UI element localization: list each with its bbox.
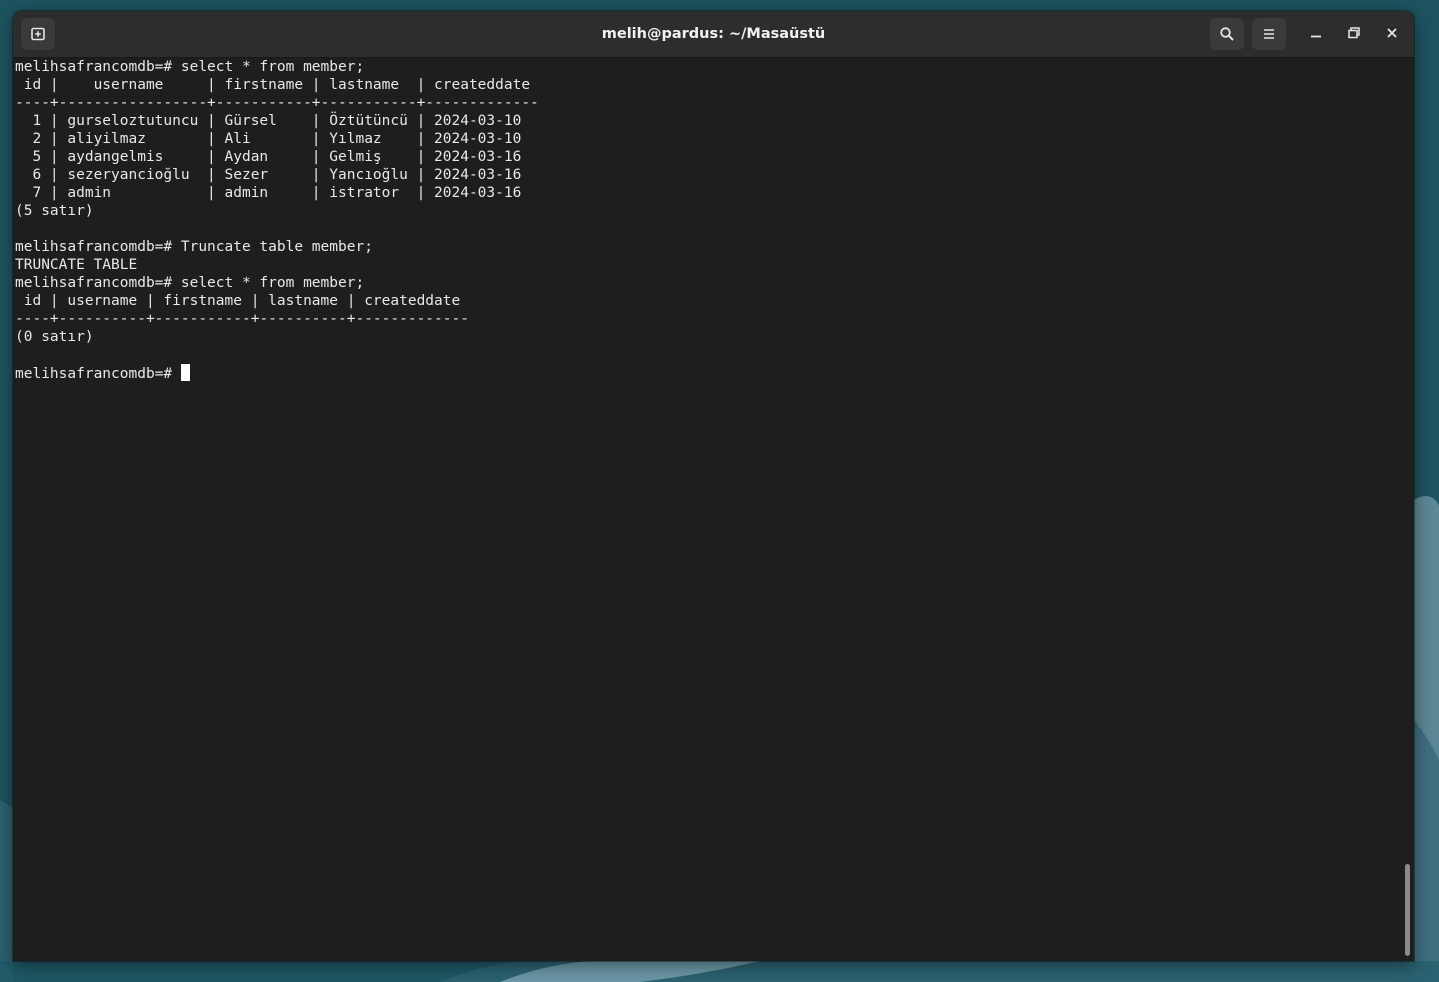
- terminal-line: id | username | firstname | lastname | c…: [15, 293, 461, 309]
- maximize-button[interactable]: [1340, 20, 1368, 48]
- terminal-line: 6 | sezeryancioğlu | Sezer | Yancıoğlu |…: [15, 167, 522, 183]
- window-title: melih@pardus: ~/Masaüstü: [601, 26, 826, 42]
- terminal-line: ----+-----------------+-----------+-----…: [15, 95, 539, 111]
- terminal-line: 5 | aydangelmis | Aydan | Gelmiş | 2024-…: [15, 149, 522, 165]
- terminal-output[interactable]: melihsafrancomdb=# select * from member;…: [15, 58, 1395, 961]
- terminal-line: melihsafrancomdb=# Truncate table member…: [15, 239, 373, 255]
- terminal-line: id | username | firstname | lastname | c…: [15, 77, 531, 93]
- text-cursor: [180, 364, 190, 381]
- terminal-line: 7 | admin | admin | istrator | 2024-03-1…: [15, 185, 522, 201]
- scrollbar[interactable]: [1401, 58, 1414, 961]
- headerbar: melih@pardus: ~/Masaüstü: [13, 11, 1414, 58]
- terminal-line: TRUNCATE TABLE: [15, 257, 138, 273]
- command-prompt: melihsafrancomdb=#: [15, 366, 181, 382]
- terminal-line: ----+----------+-----------+----------+-…: [15, 311, 469, 327]
- terminal-line: (0 satır): [15, 329, 94, 345]
- minimize-button[interactable]: [1302, 20, 1330, 48]
- main-menu-button[interactable]: [1252, 18, 1286, 50]
- terminal-line: melihsafrancomdb=# select * from member;: [15, 275, 365, 291]
- command-prompt-line[interactable]: melihsafrancomdb=#: [15, 364, 1395, 382]
- terminal-line: melihsafrancomdb=# select * from member;: [15, 59, 365, 75]
- close-button[interactable]: [1378, 20, 1406, 48]
- terminal-line: 1 | gurseloztutuncu | Gürsel | Öztütüncü…: [15, 113, 522, 129]
- terminal-window: melih@pardus: ~/Masaüstü melihsafrancomd…: [13, 11, 1414, 961]
- hamburger-menu-icon: [1261, 26, 1277, 42]
- scrollbar-thumb[interactable]: [1405, 864, 1410, 956]
- maximize-icon: [1347, 25, 1361, 44]
- terminal-line: 2 | aliyilmaz | Ali | Yılmaz | 2024-03-1…: [15, 131, 522, 147]
- close-icon: [1385, 25, 1399, 44]
- search-button[interactable]: [1210, 18, 1244, 50]
- search-icon: [1219, 26, 1235, 42]
- minimize-icon: [1309, 25, 1323, 44]
- terminal-line: (5 satır): [15, 203, 94, 219]
